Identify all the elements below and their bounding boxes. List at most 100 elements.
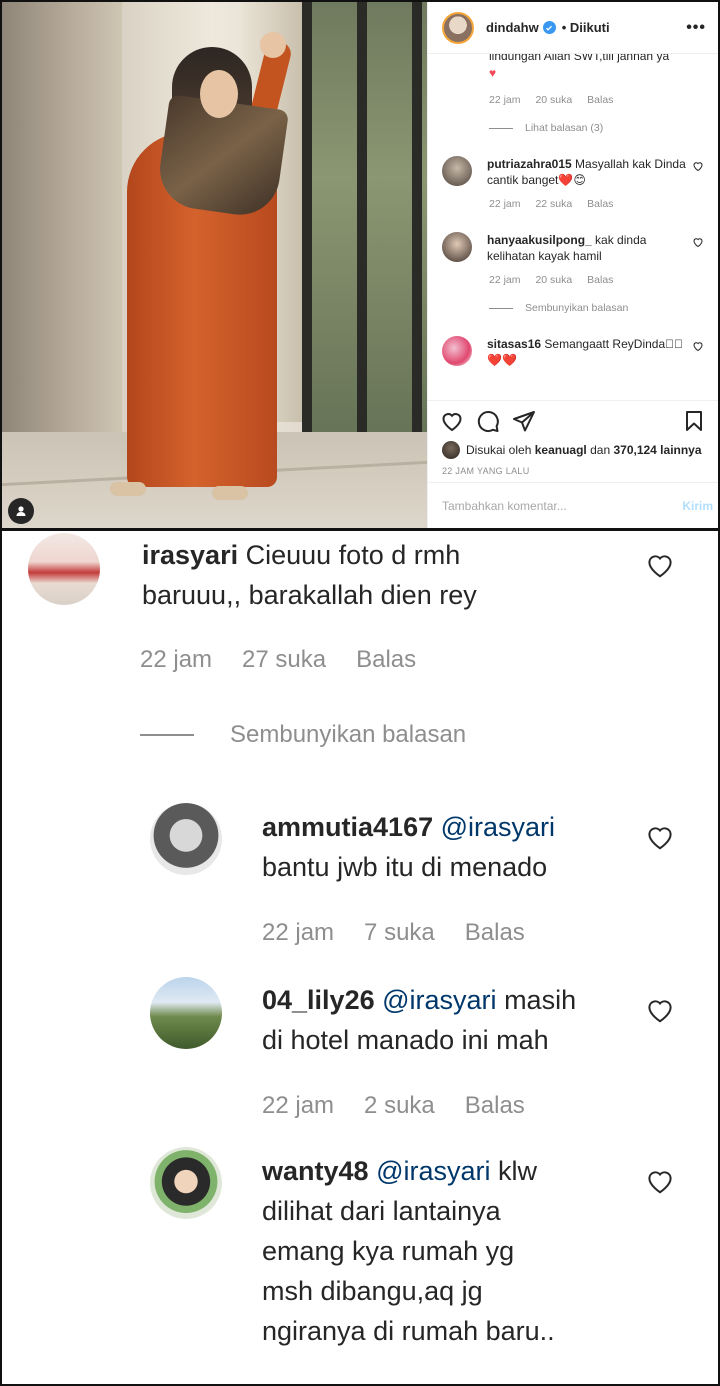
comment-text: Cieuuu foto d rmh	[245, 540, 461, 570]
photo-window-frame	[412, 2, 422, 502]
mention-link[interactable]: @irasyari	[382, 985, 496, 1015]
comment-list[interactable]: lindungan Allah SWT,till jannah ya ♥ 22 j…	[428, 54, 718, 400]
like-heart-icon[interactable]	[692, 160, 704, 172]
liker-avatar[interactable]	[442, 441, 460, 459]
verified-icon	[542, 21, 556, 34]
like-heart-icon[interactable]	[645, 995, 675, 1025]
author-avatar[interactable]	[442, 11, 474, 44]
photo-person-shoe	[212, 486, 248, 500]
more-options-icon[interactable]: •••	[686, 19, 706, 37]
reply-time: 22 jam	[262, 919, 335, 946]
reply-button[interactable]: Balas	[587, 198, 613, 210]
comment-body: putriazahra015 Masyallah kak Dinda canti…	[487, 156, 692, 188]
post-actions	[428, 400, 718, 440]
reply-button[interactable]: Balas	[587, 274, 613, 286]
post-photo[interactable]	[2, 2, 427, 528]
bookmark-icon[interactable]	[682, 409, 706, 433]
liked-by-prefix: Disukai oleh	[466, 443, 532, 457]
comment-meta: 22 jam 22 suka Balas	[442, 198, 706, 210]
commenter-username[interactable]: irasyari	[142, 540, 238, 570]
commenter-username[interactable]: hanyaakusilpong_	[487, 233, 592, 247]
follow-status[interactable]: • Diikuti	[562, 20, 610, 35]
view-replies-label: Lihat balasan (3)	[525, 122, 604, 134]
replier-avatar[interactable]	[150, 803, 222, 875]
reply-text: klw	[498, 1156, 538, 1186]
reply-text: msh dibangu,aq jg	[262, 1276, 483, 1306]
add-comment-input[interactable]: Tambahkan komentar...	[442, 499, 567, 513]
commenter-avatar[interactable]	[442, 232, 472, 262]
reply-button[interactable]: Balas	[587, 94, 613, 106]
tagged-user-icon[interactable]	[8, 498, 34, 524]
red-heart-emoji: ♥	[489, 66, 497, 80]
hide-replies-label: Sembunyikan balasan	[230, 721, 467, 748]
like-heart-icon[interactable]	[692, 340, 704, 352]
reply-meta: 22 jam 2 suka Balas	[262, 1092, 555, 1120]
comment-time: 22 jam	[489, 94, 521, 106]
view-replies-button[interactable]: Lihat balasan (3)	[442, 122, 706, 134]
like-heart-icon[interactable]	[692, 236, 704, 248]
replier-username[interactable]: ammutia4167	[262, 812, 433, 842]
mention-link[interactable]: @irasyari	[441, 812, 555, 842]
reply-text: dilihat dari lantainya	[262, 1196, 501, 1226]
comment-likes[interactable]: 22 suka	[535, 198, 572, 210]
photo-window-frame	[357, 2, 367, 502]
reply-button[interactable]: Balas	[465, 1092, 525, 1120]
comment-likes[interactable]: 20 suka	[535, 274, 572, 286]
post-side-panel: dindahw • Diikuti ••• lindungan Allah SW…	[427, 2, 718, 528]
post-timestamp: 22 JAM YANG LALU	[442, 466, 530, 476]
photo-person-shoe	[110, 482, 146, 496]
mention-link[interactable]: @irasyari	[376, 1156, 490, 1186]
replier-avatar[interactable]	[150, 1147, 222, 1219]
like-heart-icon[interactable]	[440, 409, 464, 433]
post-header: dindahw • Diikuti •••	[428, 2, 718, 54]
author-username[interactable]: dindahw	[486, 20, 539, 35]
likes-count[interactable]: 370,124 lainnya	[613, 443, 701, 457]
comment-item: hanyaakusilpong_ kak dinda kelihatan kay…	[442, 232, 706, 264]
comment-likes[interactable]: 20 suka	[535, 94, 572, 106]
commenter-avatar[interactable]	[442, 156, 472, 186]
reply-comment: ammutia4167 @irasyari bantu jwb itu di m…	[262, 807, 642, 887]
zoomed-comments: irasyari Cieuuu foto d rmh baruuu,, bara…	[2, 531, 718, 1384]
comment-time: 22 jam	[489, 198, 521, 210]
reply-likes[interactable]: 7 suka	[364, 919, 435, 947]
photo-person-hand	[260, 32, 286, 58]
hide-replies-button[interactable]: Sembunyikan balasan	[140, 721, 466, 749]
comment-text: baruuu,, barakallah dien rey	[142, 580, 477, 610]
comment-meta: 22 jam 27 suka Balas	[140, 646, 446, 674]
like-heart-icon[interactable]	[645, 550, 675, 580]
like-heart-icon[interactable]	[645, 1166, 675, 1196]
comment-time: 22 jam	[140, 646, 213, 673]
reply-likes[interactable]: 2 suka	[364, 1092, 435, 1120]
comment-likes[interactable]: 27 suka	[242, 646, 326, 674]
comment-bubble-icon[interactable]	[476, 409, 500, 433]
comment-item: putriazahra015 Masyallah kak Dinda canti…	[442, 156, 706, 188]
share-send-icon[interactable]	[512, 409, 536, 433]
reply-text: masih	[504, 985, 577, 1015]
instagram-post: dindahw • Diikuti ••• lindungan Allah SW…	[2, 2, 718, 528]
follow-status-label: Diikuti	[569, 20, 610, 35]
replies-line	[489, 307, 513, 309]
reply-button[interactable]: Balas	[465, 919, 525, 947]
photo-person-face	[200, 70, 238, 118]
replier-username[interactable]: wanty48	[262, 1156, 369, 1186]
post-comment-button[interactable]: Kirim	[682, 499, 713, 513]
commenter-avatar[interactable]	[28, 533, 100, 605]
like-heart-icon[interactable]	[645, 822, 675, 852]
hide-replies-button[interactable]: Sembunyikan balasan	[442, 302, 706, 314]
liker-username[interactable]: keanuagl	[535, 443, 587, 457]
replier-avatar[interactable]	[150, 977, 222, 1049]
reply-button[interactable]: Balas	[356, 646, 416, 674]
comment-meta: 22 jam 20 suka Balas	[442, 94, 706, 106]
main-comment: irasyari Cieuuu foto d rmh baruuu,, bara…	[142, 535, 612, 615]
hide-replies-label: Sembunyikan balasan	[525, 302, 629, 314]
commenter-username[interactable]: putriazahra015	[487, 157, 572, 171]
reply-text: emang kya rumah yg	[262, 1236, 515, 1266]
cut-comment: lindungan Allah SWT,till jannah ya ♥	[442, 54, 706, 82]
commenter-avatar[interactable]	[442, 336, 472, 366]
liked-by-middle: dan	[590, 443, 611, 457]
reply-time: 22 jam	[262, 1092, 335, 1119]
comment-time: 22 jam	[489, 274, 521, 286]
add-comment-bar: Tambahkan komentar... Kirim	[428, 482, 718, 528]
replier-username[interactable]: 04_lily26	[262, 985, 375, 1015]
commenter-username[interactable]: sitasas16	[487, 337, 541, 351]
